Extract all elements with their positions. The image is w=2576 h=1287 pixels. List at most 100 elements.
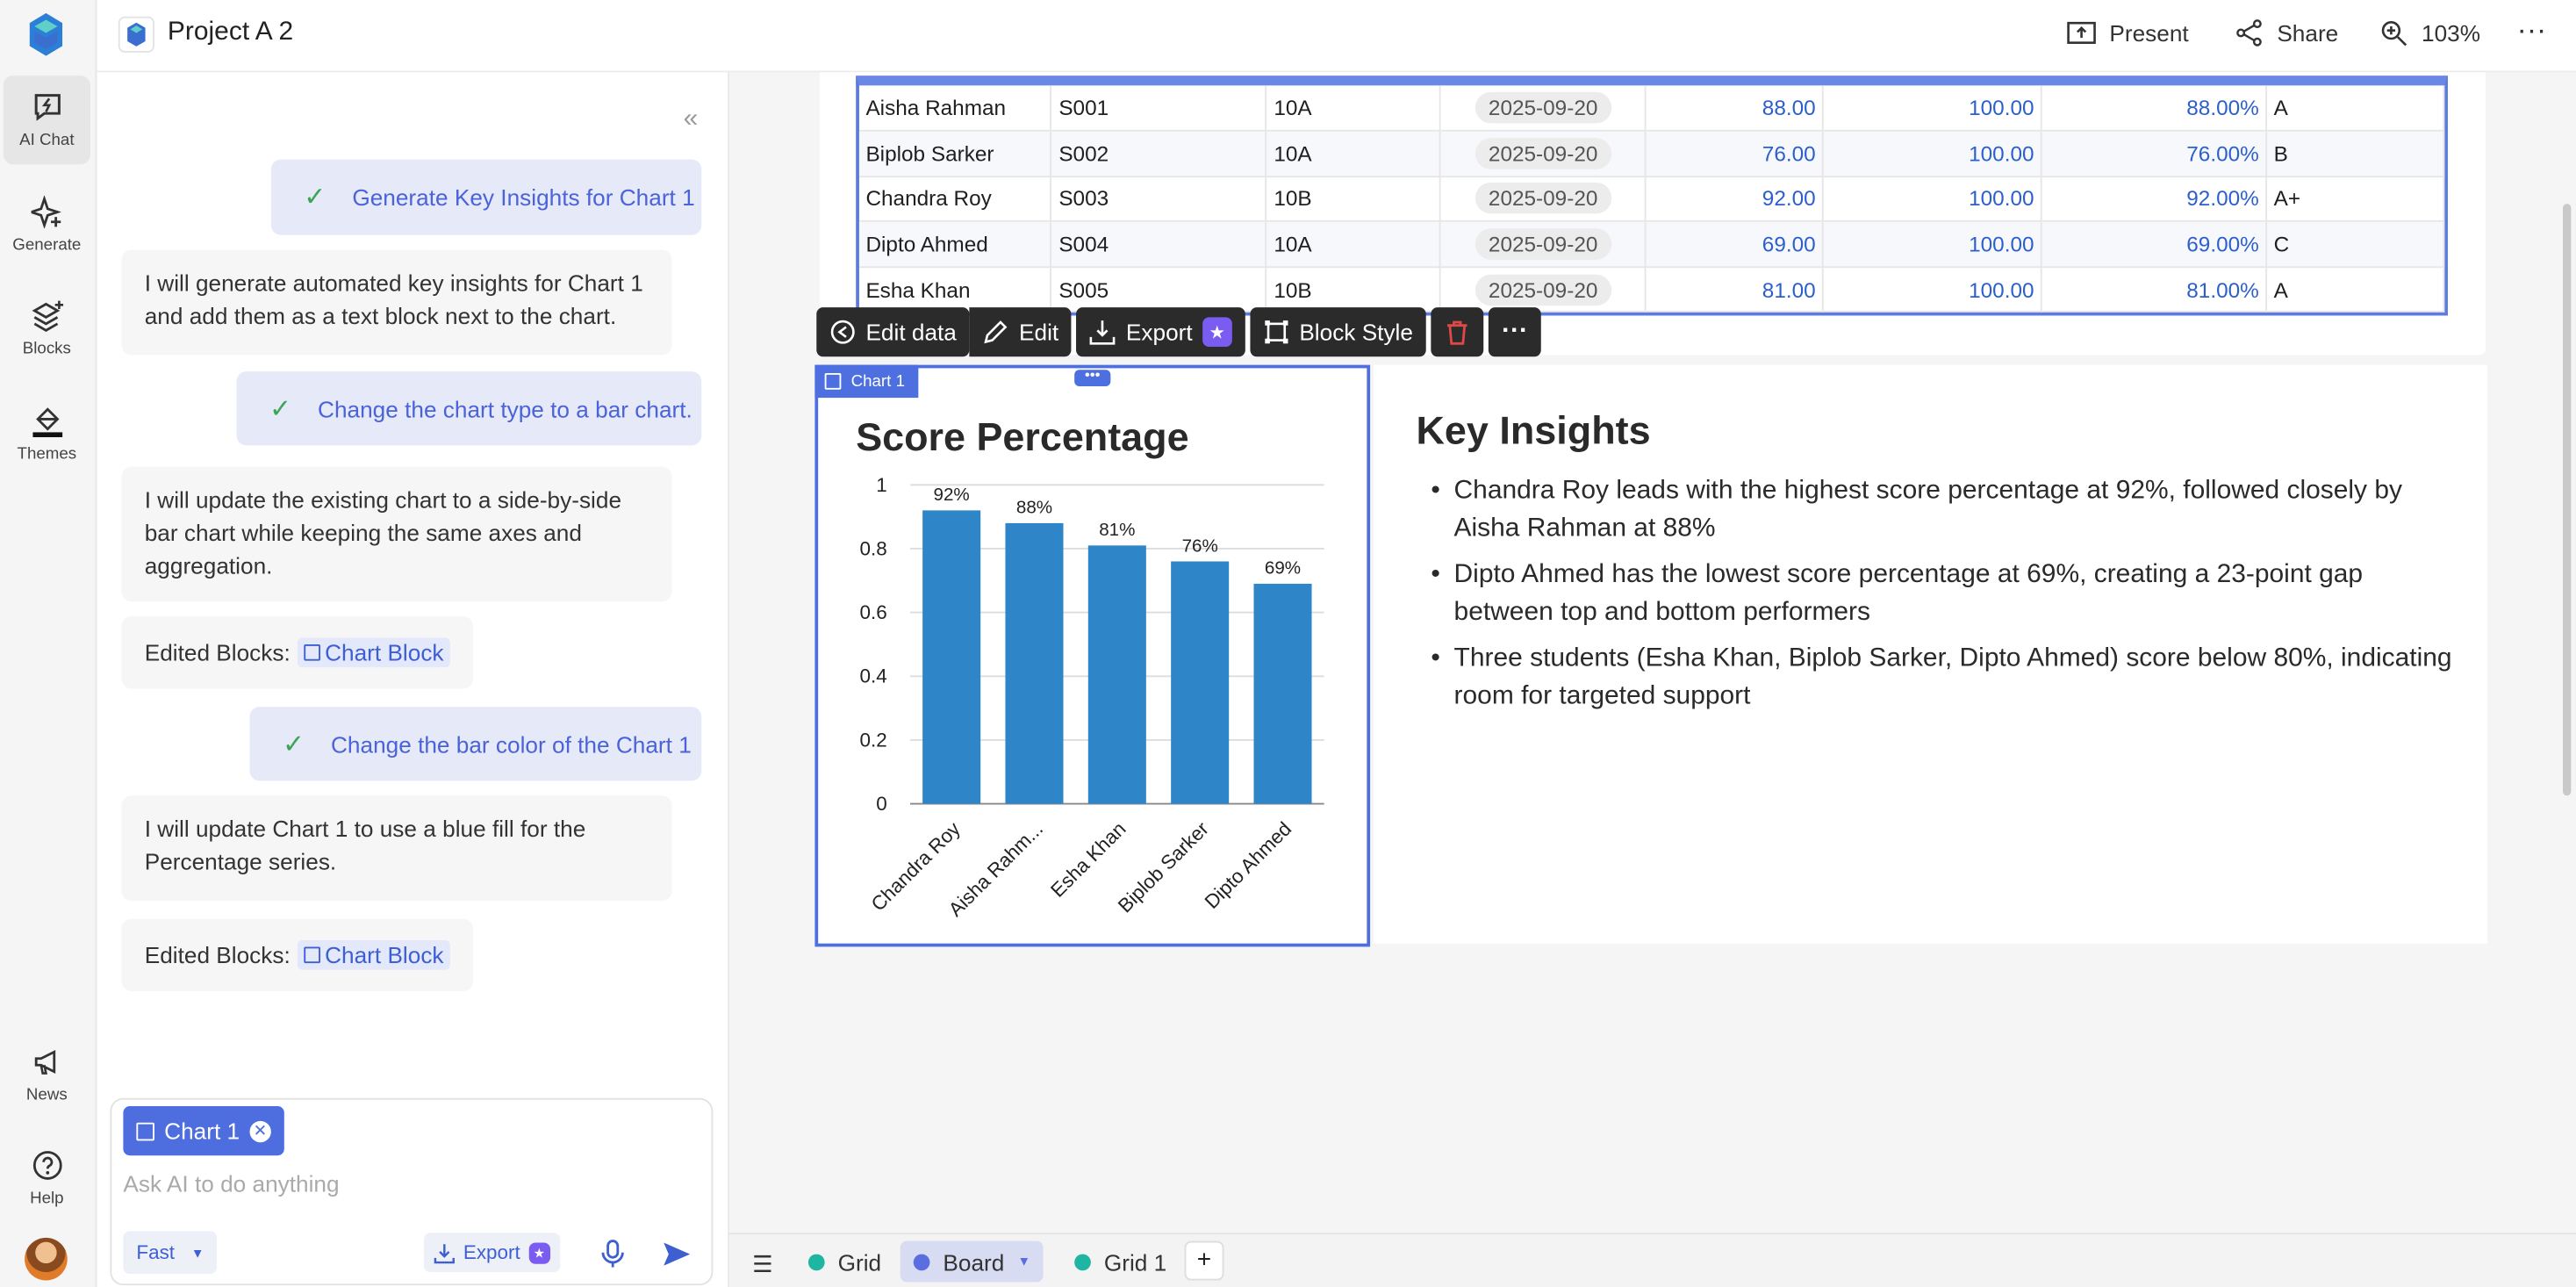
mode-dropdown[interactable]: Fast ▼ (123, 1231, 218, 1275)
project-title[interactable]: Project A 2 (168, 18, 293, 48)
export-button[interactable]: Export ★ (1076, 307, 1245, 357)
insights-list[interactable]: Chandra Roy leads with the highest score… (1431, 471, 2457, 723)
table-cell[interactable]: C (2266, 221, 2445, 268)
bar-data-label: 69% (1265, 558, 1301, 579)
table-row[interactable]: Aisha Rahman S001 10A 2025-09-20 88.00 100.00… (858, 85, 2445, 132)
chart-block-tag[interactable]: Chart 1 (814, 364, 918, 399)
table-cell[interactable]: 10A (1266, 221, 1442, 268)
sheet-tab-grid[interactable]: Grid (795, 1241, 894, 1283)
send-icon[interactable] (662, 1240, 692, 1269)
table-cell[interactable]: 10B (1266, 267, 1442, 313)
table-cell[interactable]: 76.00% (2041, 131, 2268, 177)
table-cell[interactable]: Dipto Ahmed (858, 221, 1052, 268)
table-cell[interactable]: 2025-09-20 (1440, 267, 1647, 313)
microphone-icon[interactable] (599, 1240, 626, 1269)
table-row[interactable]: Biplob Sarker S002 10A 2025-09-20 76.00 100.0… (858, 131, 2445, 177)
table-cell[interactable]: 88.00% (2041, 85, 2268, 132)
chart-block-chip[interactable]: Chart Block (297, 939, 451, 970)
delete-block-button[interactable] (1431, 307, 1484, 357)
rail-item-blocks[interactable]: Blocks (4, 284, 90, 373)
top-bar: Project A 2 Present Share 103% ··· (97, 0, 2576, 73)
collapse-panel-icon[interactable]: « (684, 105, 699, 135)
table-cell[interactable]: S005 (1051, 267, 1267, 313)
table-cell[interactable]: S001 (1051, 85, 1267, 132)
more-menu-button[interactable]: ··· (2517, 13, 2547, 47)
data-table: Aisha Rahman S001 10A 2025-09-20 88.00 100.00… (858, 85, 2445, 313)
table-cell[interactable]: 2025-09-20 (1440, 221, 1647, 268)
table-cell[interactable]: 2025-09-20 (1440, 85, 1647, 132)
block-more-button[interactable]: ··· (1489, 307, 1541, 357)
table-cell[interactable]: A (2266, 85, 2445, 132)
table-row[interactable]: Chandra Roy S003 10B 2025-09-20 92.00 100.00 9… (858, 176, 2445, 223)
table-cell[interactable]: S002 (1051, 131, 1267, 177)
rail-label: Help (30, 1190, 64, 1209)
table-cell[interactable]: 10A (1266, 131, 1442, 177)
table-cell[interactable]: A+ (2266, 176, 2445, 223)
table-cell[interactable]: 69.00% (2041, 221, 2268, 268)
grid-block[interactable]: Aisha Rahman S001 10A 2025-09-20 88.00 100.00… (856, 75, 2448, 316)
vertical-scrollbar[interactable] (2563, 204, 2572, 796)
table-cell[interactable]: 100.00 (1823, 267, 2042, 313)
share-icon (2236, 19, 2262, 47)
present-button[interactable]: Present (2067, 18, 2189, 48)
chart-block[interactable]: Score Percentage 0 0.2 0.4 0.6 0.8 1 92% Chandra… (814, 364, 1371, 947)
chart-icon (136, 1121, 154, 1140)
table-cell[interactable]: 81.00% (2041, 267, 2268, 313)
chart-drag-handle[interactable]: ••• (1074, 367, 1111, 386)
chart-icon (824, 373, 842, 390)
table-cell[interactable]: A (2266, 267, 2445, 313)
date-pill: 2025-09-20 (1475, 138, 1611, 169)
table-cell[interactable]: Chandra Roy (858, 176, 1052, 223)
rail-item-ai-chat[interactable]: AI Chat (3, 75, 90, 165)
table-cell[interactable]: Biplob Sarker (858, 131, 1052, 177)
table-cell[interactable]: Esha Khan (858, 267, 1052, 313)
table-cell[interactable]: 10B (1266, 176, 1442, 223)
bar (1087, 545, 1146, 804)
rail-label: Themes (17, 445, 77, 464)
rail-item-news[interactable]: News (4, 1031, 90, 1119)
app-logo-icon[interactable] (29, 12, 63, 56)
rail-item-themes[interactable]: Themes (4, 390, 90, 478)
edit-data-button[interactable]: Edit data (816, 307, 970, 357)
table-cell[interactable]: 2025-09-20 (1440, 176, 1647, 223)
insights-title[interactable]: Key Insights (1416, 409, 1650, 455)
table-cell[interactable]: Aisha Rahman (858, 85, 1052, 132)
block-style-button[interactable]: Block Style (1250, 307, 1426, 357)
add-sheet-button[interactable]: + (1184, 1240, 1224, 1281)
table-cell[interactable]: B (2266, 131, 2445, 177)
table-cell[interactable]: 76.00 (1646, 131, 1825, 177)
share-button[interactable]: Share (2235, 18, 2338, 48)
zoom-control[interactable]: 103% (2379, 18, 2480, 48)
avatar[interactable] (25, 1237, 68, 1281)
table-cell[interactable]: S004 (1051, 221, 1267, 268)
chart-block-chip[interactable]: Chart Block (297, 637, 451, 668)
rail-item-generate[interactable]: Generate (4, 181, 90, 270)
table-cell[interactable]: 92.00 (1646, 176, 1825, 223)
sheet-tab-grid-1[interactable]: Grid 1 (1061, 1241, 1180, 1283)
table-cell[interactable]: 100.00 (1823, 131, 2042, 177)
table-row[interactable]: Dipto Ahmed S004 10A 2025-09-20 69.00 100.00 6… (858, 221, 2445, 268)
sheet-tab-label: Grid 1 (1103, 1248, 1167, 1275)
menu-icon[interactable]: ☰ (752, 1251, 773, 1279)
table-cell[interactable]: 100.00 (1823, 85, 2042, 132)
table-cell[interactable]: 88.00 (1646, 85, 1825, 132)
assistant-message: I will update the existing chart to a si… (121, 466, 672, 602)
block-style-label: Block Style (1299, 319, 1413, 346)
table-cell[interactable]: 100.00 (1823, 176, 2042, 223)
table-cell[interactable]: S003 (1051, 176, 1267, 223)
edit-button[interactable]: Edit (969, 307, 1073, 357)
table-cell[interactable]: 81.00 (1646, 267, 1825, 313)
table-cell[interactable]: 92.00% (2041, 176, 2268, 223)
table-row[interactable]: Esha Khan S005 10B 2025-09-20 81.00 100.00 81.… (858, 267, 2445, 313)
table-cell[interactable]: 2025-09-20 (1440, 131, 1647, 177)
remove-context-icon[interactable]: ✕ (249, 1119, 271, 1142)
table-cell[interactable]: 10A (1266, 85, 1442, 132)
table-cell[interactable]: 69.00 (1646, 221, 1825, 268)
chat-input[interactable] (123, 1165, 682, 1202)
chart-tag-label: Chart 1 (850, 372, 905, 391)
sheet-tab-board[interactable]: Board ▼ (900, 1240, 1044, 1283)
composer-export-button[interactable]: Export ★ (423, 1233, 560, 1273)
context-chip[interactable]: Chart 1 ✕ (123, 1106, 284, 1156)
table-cell[interactable]: 100.00 (1823, 221, 2042, 268)
rail-item-help[interactable]: Help (4, 1134, 90, 1223)
